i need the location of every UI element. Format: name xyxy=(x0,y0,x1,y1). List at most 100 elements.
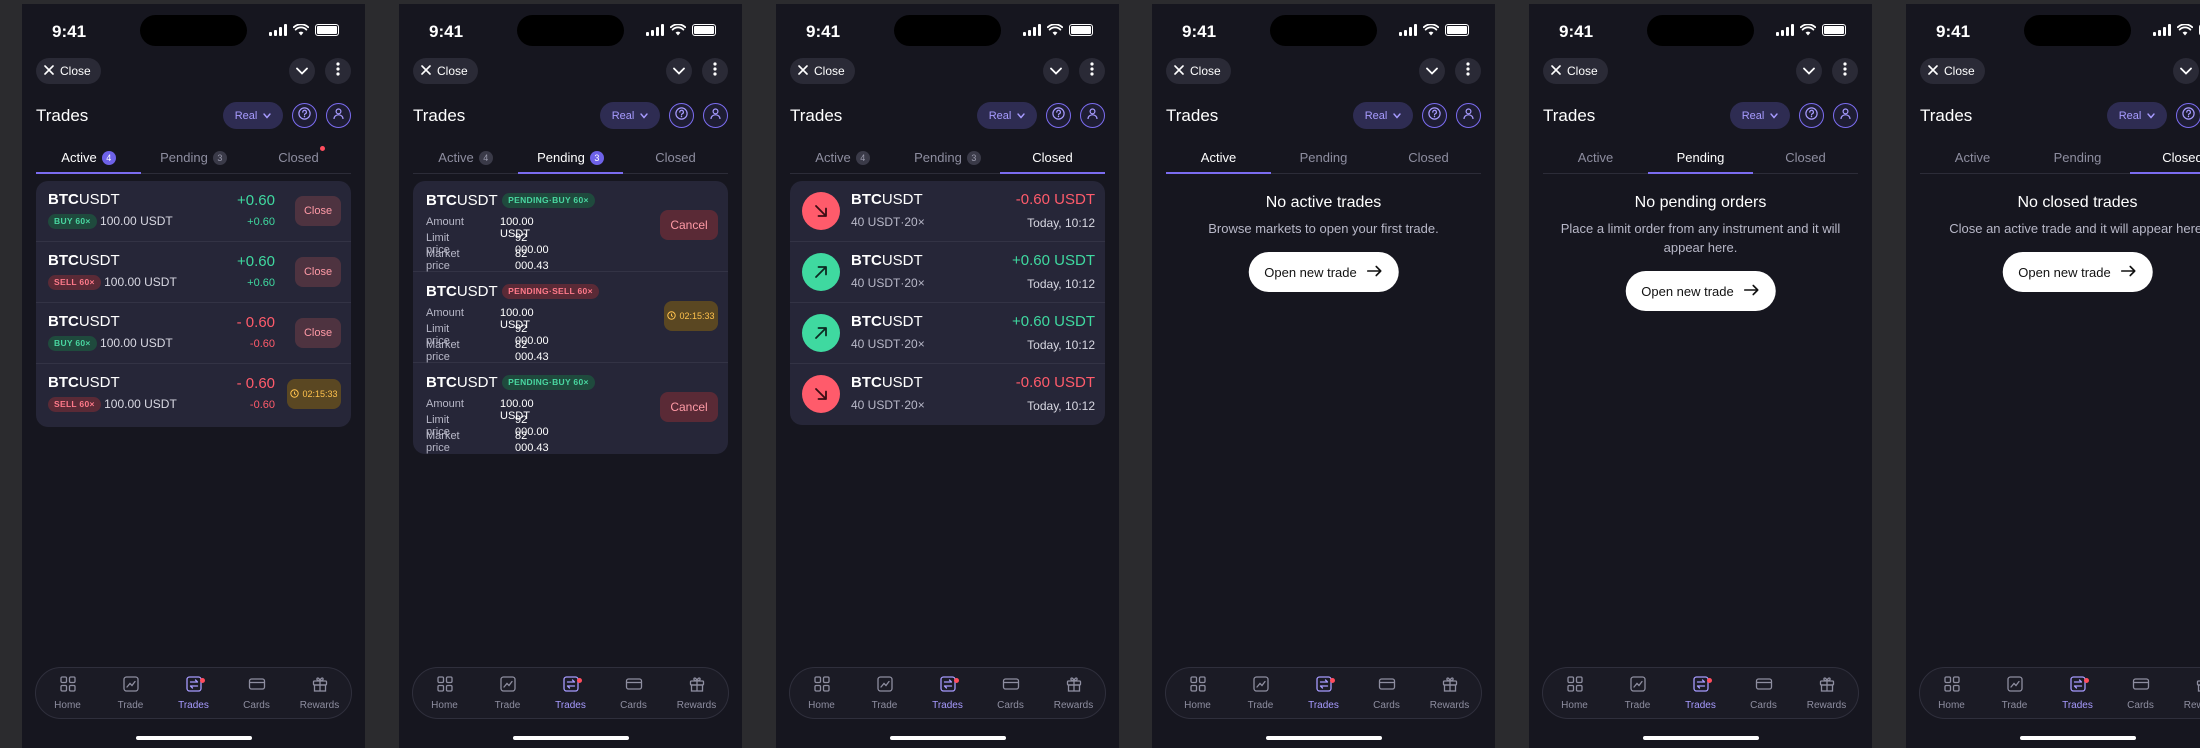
cancel-order-button[interactable]: Cancel xyxy=(660,392,718,422)
nav-item-trades[interactable]: Trades xyxy=(1292,668,1355,718)
nav-item-rewards[interactable]: Rewards xyxy=(2172,668,2200,718)
collapse-button[interactable] xyxy=(289,58,315,84)
tab-active[interactable]: Active 4 xyxy=(413,142,518,173)
close-trade-button[interactable]: Close xyxy=(295,318,341,348)
tab-closed[interactable]: Closed xyxy=(1753,142,1858,173)
tab-active[interactable]: Active xyxy=(1920,142,2025,173)
tab-pending[interactable]: Pending xyxy=(2025,142,2130,173)
nav-item-rewards[interactable]: Rewards xyxy=(288,668,351,718)
nav-item-home[interactable]: Home xyxy=(1920,668,1983,718)
nav-item-rewards[interactable]: Rewards xyxy=(1418,668,1481,718)
nav-item-trades[interactable]: Trades xyxy=(162,668,225,718)
nav-item-trade[interactable]: Trade xyxy=(476,668,539,718)
help-button[interactable] xyxy=(669,103,694,128)
open-new-trade-button[interactable]: Open new trade xyxy=(1248,252,1399,292)
open-new-trade-button[interactable]: Open new trade xyxy=(1625,271,1776,311)
close-trade-button[interactable]: Close xyxy=(295,257,341,287)
nav-item-home[interactable]: Home xyxy=(36,668,99,718)
nav-item-trades[interactable]: Trades xyxy=(539,668,602,718)
tab-pending[interactable]: Pending 3 xyxy=(895,142,1000,173)
nav-item-cards[interactable]: Cards xyxy=(1355,668,1418,718)
help-button[interactable] xyxy=(292,103,317,128)
help-button[interactable] xyxy=(1046,103,1071,128)
nav-item-trade[interactable]: Trade xyxy=(99,668,162,718)
trade-row[interactable]: BTCUSDT SELL 60× 100.00 USDT - 0.60 -0.6… xyxy=(36,364,351,425)
account-selector[interactable]: Real xyxy=(223,102,283,129)
profile-button[interactable] xyxy=(1833,103,1858,128)
tab-closed[interactable]: Closed xyxy=(1376,142,1481,173)
collapse-button[interactable] xyxy=(1419,58,1445,84)
trade-row[interactable]: BTCUSDT BUY 60× 100.00 USDT - 0.60 -0.60… xyxy=(36,303,351,364)
help-button[interactable] xyxy=(1422,103,1447,128)
more-button[interactable] xyxy=(1832,58,1858,84)
profile-button[interactable] xyxy=(1080,103,1105,128)
nav-item-cards[interactable]: Cards xyxy=(979,668,1042,718)
close-button[interactable]: Close xyxy=(1543,58,1608,84)
nav-item-rewards[interactable]: Rewards xyxy=(1795,668,1858,718)
trade-row[interactable]: BTCUSDT BUY 60× 100.00 USDT +0.60 +0.60 … xyxy=(36,181,351,242)
more-button[interactable] xyxy=(702,58,728,84)
closed-trade-row[interactable]: BTCUSDT 40 USDT·20× +0.60 USDT Today, 10… xyxy=(790,303,1105,364)
closed-trade-row[interactable]: BTCUSDT 40 USDT·20× -0.60 USDT Today, 10… xyxy=(790,181,1105,242)
nav-item-trades[interactable]: Trades xyxy=(2046,668,2109,718)
profile-button[interactable] xyxy=(703,103,728,128)
nav-item-rewards[interactable]: Rewards xyxy=(665,668,728,718)
tab-closed[interactable]: Closed xyxy=(2130,142,2200,174)
nav-item-home[interactable]: Home xyxy=(413,668,476,718)
tab-pending[interactable]: Pending xyxy=(1648,142,1753,174)
profile-button[interactable] xyxy=(1456,103,1481,128)
account-selector[interactable]: Real xyxy=(1730,102,1790,129)
close-button[interactable]: Close xyxy=(413,58,478,84)
cancel-order-button[interactable]: Cancel xyxy=(660,210,718,240)
close-button[interactable]: Close xyxy=(1166,58,1231,84)
account-selector[interactable]: Real xyxy=(977,102,1037,129)
account-selector[interactable]: Real xyxy=(600,102,660,129)
trade-row[interactable]: BTCUSDT SELL 60× 100.00 USDT +0.60 +0.60… xyxy=(36,242,351,303)
more-button[interactable] xyxy=(325,58,351,84)
help-button[interactable] xyxy=(1799,103,1824,128)
close-button[interactable]: Close xyxy=(1920,58,1985,84)
tab-pending[interactable]: Pending 3 xyxy=(141,142,246,173)
closed-trade-row[interactable]: BTCUSDT 40 USDT·20× -0.60 USDT Today, 10… xyxy=(790,364,1105,425)
pending-order-row[interactable]: BTCUSDT PENDING·BUY 60× Amount 100.00 USD… xyxy=(413,181,728,272)
tab-pending[interactable]: Pending 3 xyxy=(518,142,623,174)
collapse-button[interactable] xyxy=(1796,58,1822,84)
collapse-button[interactable] xyxy=(666,58,692,84)
nav-item-cards[interactable]: Cards xyxy=(602,668,665,718)
nav-item-cards[interactable]: Cards xyxy=(2109,668,2172,718)
collapse-button[interactable] xyxy=(2173,58,2199,84)
account-selector[interactable]: Real xyxy=(2107,102,2167,129)
pending-order-row[interactable]: BTCUSDT PENDING·BUY 60× Amount 100.00 USD… xyxy=(413,363,728,454)
closed-trade-row[interactable]: BTCUSDT 40 USDT·20× +0.60 USDT Today, 10… xyxy=(790,242,1105,303)
nav-item-trades[interactable]: Trades xyxy=(916,668,979,718)
help-button[interactable] xyxy=(2176,103,2200,128)
tab-active[interactable]: Active 4 xyxy=(36,142,141,174)
nav-item-home[interactable]: Home xyxy=(790,668,853,718)
nav-item-cards[interactable]: Cards xyxy=(1732,668,1795,718)
more-button[interactable] xyxy=(1079,58,1105,84)
tab-active[interactable]: Active 4 xyxy=(790,142,895,173)
tab-closed[interactable]: Closed xyxy=(623,142,728,173)
account-selector[interactable]: Real xyxy=(1353,102,1413,129)
pending-order-row[interactable]: BTCUSDT PENDING·SELL 60× Amount 100.00 US… xyxy=(413,272,728,363)
open-new-trade-button[interactable]: Open new trade xyxy=(2002,252,2153,292)
nav-item-cards[interactable]: Cards xyxy=(225,668,288,718)
profile-button[interactable] xyxy=(326,103,351,128)
nav-item-trades[interactable]: Trades xyxy=(1669,668,1732,718)
tab-closed[interactable]: Closed xyxy=(1000,142,1105,174)
close-button[interactable]: Close xyxy=(790,58,855,84)
tab-closed[interactable]: Closed xyxy=(246,142,351,173)
nav-item-rewards[interactable]: Rewards xyxy=(1042,668,1105,718)
more-button[interactable] xyxy=(1455,58,1481,84)
close-button[interactable]: Close xyxy=(36,58,101,84)
nav-item-home[interactable]: Home xyxy=(1543,668,1606,718)
nav-item-home[interactable]: Home xyxy=(1166,668,1229,718)
tab-active[interactable]: Active xyxy=(1166,142,1271,174)
close-trade-button[interactable]: Close xyxy=(295,196,341,226)
collapse-button[interactable] xyxy=(1043,58,1069,84)
tab-pending[interactable]: Pending xyxy=(1271,142,1376,173)
nav-item-trade[interactable]: Trade xyxy=(1606,668,1669,718)
nav-item-trade[interactable]: Trade xyxy=(853,668,916,718)
nav-item-trade[interactable]: Trade xyxy=(1983,668,2046,718)
tab-active[interactable]: Active xyxy=(1543,142,1648,173)
